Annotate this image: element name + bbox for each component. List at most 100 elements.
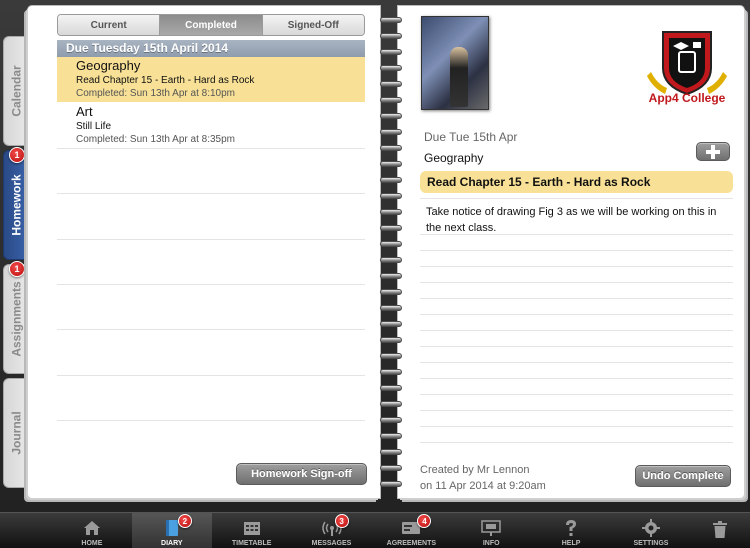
side-tab-label: Homework xyxy=(10,174,25,236)
spiral-ring xyxy=(378,240,404,249)
spiral-wire xyxy=(380,433,402,439)
tab-settings[interactable]: SETTINGS xyxy=(611,513,691,548)
spiral-wire xyxy=(380,113,402,119)
side-tab-calendar[interactable]: Calendar xyxy=(3,36,30,146)
home-icon xyxy=(82,519,102,537)
spiral-ring xyxy=(378,192,404,201)
homework-completed-time: Completed: Sun 13th Apr at 8:10pm xyxy=(76,88,235,99)
spiral-wire xyxy=(380,33,402,39)
spiral-ring xyxy=(378,480,404,489)
homework-list-item[interactable]: Art Still Life Completed: Sun 13th Apr a… xyxy=(57,103,365,148)
timetable-icon xyxy=(242,519,262,537)
tab-label: AGREEMENTS xyxy=(386,540,437,547)
spiral-wire xyxy=(380,65,402,71)
add-button[interactable] xyxy=(696,142,730,161)
detail-due-date: Due Tue 15th Apr xyxy=(424,130,518,144)
spiral-wire xyxy=(380,417,402,423)
spiral-ring xyxy=(378,48,404,57)
ruled-line xyxy=(57,284,365,285)
spiral-ring xyxy=(378,208,404,217)
homework-signoff-button[interactable]: Homework Sign-off xyxy=(236,463,367,485)
ruled-line xyxy=(420,378,733,379)
spiral-ring xyxy=(378,464,404,473)
bottom-tab-bar: HOME DIARY 2 TIMETABLE MESSAGES 3 AGREEM… xyxy=(0,512,750,548)
ruled-line xyxy=(420,282,733,283)
tab-info[interactable]: INFO xyxy=(451,513,531,548)
spiral-ring xyxy=(378,352,404,361)
diary-badge: 2 xyxy=(177,514,192,528)
spiral-wire xyxy=(380,161,402,167)
spiral-wire xyxy=(380,273,402,279)
ruled-line xyxy=(420,394,733,395)
tab-label: HOME xyxy=(81,540,103,547)
messages-badge: 3 xyxy=(334,514,349,528)
homework-subject: Geography xyxy=(76,58,141,73)
spiral-ring xyxy=(378,144,404,153)
ruled-line xyxy=(57,329,365,330)
tab-messages[interactable]: MESSAGES 3 xyxy=(292,513,372,548)
spiral-ring xyxy=(378,160,404,169)
spiral-wire xyxy=(380,449,402,455)
homework-subject: Art xyxy=(76,104,93,119)
spiral-wire xyxy=(380,465,402,471)
segment-current[interactable]: Current xyxy=(58,15,161,35)
tab-home[interactable]: HOME xyxy=(52,513,132,548)
segment-signed-off[interactable]: Signed-Off xyxy=(262,15,364,35)
spiral-ring xyxy=(378,384,404,393)
spiral-wire xyxy=(380,145,402,151)
side-tab-homework[interactable]: Homework xyxy=(3,150,30,260)
spiral-ring xyxy=(378,272,404,281)
tab-label: HELP xyxy=(561,540,581,547)
tab-trash[interactable] xyxy=(691,513,750,548)
ruled-line xyxy=(420,266,733,267)
photo-figure xyxy=(450,47,468,107)
side-tab-journal[interactable]: Journal xyxy=(3,378,30,488)
spiral-ring xyxy=(378,288,404,297)
ruled-line xyxy=(420,410,733,411)
trash-icon xyxy=(710,521,730,539)
homework-list-item[interactable]: Geography Read Chapter 15 - Earth - Hard… xyxy=(57,57,365,102)
segment-completed[interactable]: Completed xyxy=(160,15,263,35)
assignments-badge: 1 xyxy=(9,261,25,277)
tab-label: INFO xyxy=(482,540,500,547)
tab-diary[interactable]: DIARY 2 xyxy=(131,513,212,548)
spiral-wire xyxy=(380,401,402,407)
spiral-wire xyxy=(380,225,402,231)
detail-notes: Take notice of drawing Fig 3 as we will … xyxy=(426,206,717,234)
spiral-wire xyxy=(380,289,402,295)
detail-subject: Geography xyxy=(424,151,484,165)
created-on: on 11 Apr 2014 at 9:20am xyxy=(420,480,546,492)
ruled-line xyxy=(420,426,733,427)
tab-label: SETTINGS xyxy=(633,540,669,547)
ruled-line xyxy=(420,362,733,363)
ruled-line xyxy=(420,346,733,347)
college-name-logo: App4 College xyxy=(648,91,726,105)
ruled-line xyxy=(57,148,365,149)
side-tab-label: Journal xyxy=(10,411,24,455)
spiral-wire xyxy=(380,305,402,311)
side-tab-assignments[interactable]: Assignments xyxy=(3,264,30,374)
ruled-line xyxy=(420,330,733,331)
tab-help[interactable]: HELP xyxy=(531,513,611,548)
ruled-line xyxy=(57,420,365,421)
spiral-binding xyxy=(378,16,404,496)
spiral-wire xyxy=(380,97,402,103)
homework-filter-segmented: Current Completed Signed-Off xyxy=(57,14,365,36)
spiral-ring xyxy=(378,448,404,457)
tab-label: TIMETABLE xyxy=(231,540,272,547)
spiral-wire xyxy=(380,353,402,359)
spiral-ring xyxy=(378,112,404,121)
spiral-ring xyxy=(378,304,404,313)
tab-label: DIARY xyxy=(161,540,183,547)
tab-label: MESSAGES xyxy=(311,540,352,547)
undo-complete-button[interactable]: Undo Complete xyxy=(635,465,731,487)
spiral-wire xyxy=(380,49,402,55)
due-section-header: Due Tuesday 15th April 2014 xyxy=(57,40,365,57)
tab-agreements[interactable]: AGREEMENTS 4 xyxy=(371,513,451,548)
info-icon xyxy=(481,519,501,537)
tab-timetable[interactable]: TIMETABLE xyxy=(212,513,292,548)
homework-title: Read Chapter 15 - Earth - Hard as Rock xyxy=(76,75,255,86)
spiral-ring xyxy=(378,416,404,425)
spiral-wire xyxy=(380,481,402,487)
spiral-wire xyxy=(380,321,402,327)
